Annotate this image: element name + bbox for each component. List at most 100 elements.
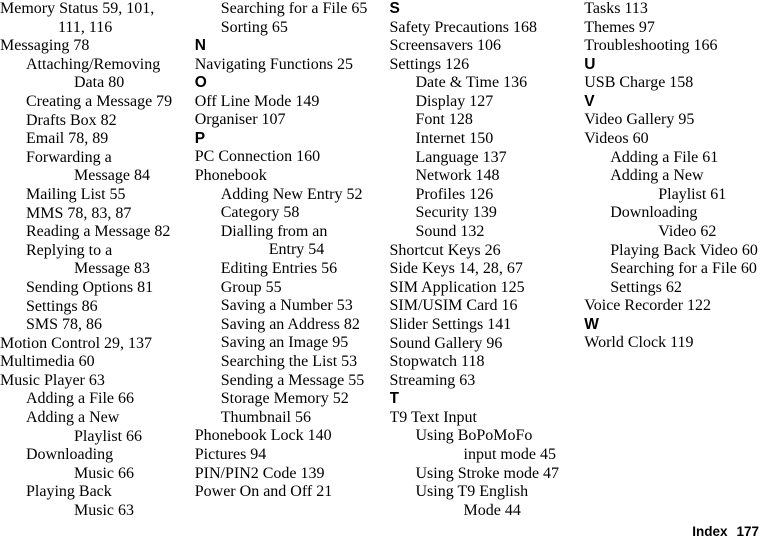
index-entry: Adding a New	[610, 167, 704, 185]
index-entry: Shortcut Keys 26	[389, 241, 501, 259]
index-entry: Videos 60	[584, 129, 649, 147]
index-entry: Slider Settings 141	[389, 316, 512, 333]
index-entry: Music 63	[74, 502, 134, 520]
index-entry: Adding a New	[26, 409, 120, 427]
index-entry: World Clock 119	[584, 334, 694, 352]
section-letter-p: P	[194, 129, 206, 147]
index-entry: Navigating Functions 25	[194, 55, 353, 73]
index-entry: Sending a Message 55	[220, 371, 365, 389]
index-entry: Playlist 61	[658, 185, 727, 203]
index-entry: Mode 44	[463, 501, 521, 519]
index-entry: Themes 97	[584, 18, 655, 36]
index-entry: Email 78, 89	[26, 130, 109, 148]
index-entry: Memory Status 59, 101,	[0, 0, 155, 17]
column-2: Searching for a File 65 Sorting 65 N Naviga…	[195, 0, 378, 502]
index-entry: Motion Control 29, 137	[0, 334, 153, 352]
index-entry: Thumbnail 56	[220, 408, 311, 426]
index-entry: Sorting 65	[220, 18, 288, 36]
index-entry: Searching the List 53	[220, 353, 358, 370]
index-entry: Group 55	[220, 278, 282, 296]
index-entry: Using BoPoMoFo	[415, 427, 533, 445]
index-entry: Voice Recorder 122	[584, 297, 712, 315]
index-entry: MMS 78, 83, 87	[26, 204, 132, 222]
index-entry: Security 139	[415, 204, 497, 222]
index-entry: Editing Entries 56	[220, 260, 338, 278]
index-entry: Searching for a File 65	[220, 0, 368, 17]
section-letter-v: V	[584, 92, 595, 110]
index-entry: Video Gallery 95	[584, 111, 695, 129]
index-entry: Safety Precautions 168	[389, 18, 538, 36]
index-entry: Adding a File 66	[26, 390, 134, 408]
index-entry: Downloading	[26, 446, 114, 464]
footer-page-number: 177	[736, 524, 759, 539]
index-entry: Font 128	[415, 111, 473, 129]
index-entry: Organiser 107	[194, 111, 286, 129]
index-entry: PC Connection 160	[194, 148, 321, 166]
section-letter-w: W	[584, 315, 599, 333]
index-entry: USB Charge 158	[584, 74, 694, 92]
index-entry: Playing Back	[26, 483, 112, 501]
index-entry: Pictures 94	[194, 445, 267, 463]
column-4: Tasks 113 Themes 97 Troubleshooting 166 U US…	[584, 0, 767, 353]
index-entry: Network 148	[415, 167, 500, 185]
section-letter-u: U	[584, 55, 596, 73]
index-entry: Power On and Off 21	[194, 483, 333, 501]
index-entry: Saving an Address 82	[220, 315, 360, 333]
index-entry: Adding a File 61	[610, 148, 719, 166]
index-entry: Off Line Mode 149	[194, 92, 320, 110]
index-entry: Storage Memory 52	[220, 390, 349, 408]
index-entry: Using T9 English	[415, 483, 529, 501]
index-entry: SIM/USIM Card 16	[389, 297, 518, 315]
index-entry: Data 80	[74, 74, 125, 92]
index-entry: Messaging 78	[0, 37, 90, 55]
index-entry: Internet 150	[415, 130, 494, 148]
index-entry: T9 Text Input	[389, 408, 477, 426]
index-entry: Screensavers 106	[389, 37, 502, 55]
index-entry: Settings 62	[610, 278, 682, 296]
index-entry: Attaching/Removing	[26, 55, 161, 73]
index-entry: Saving a Number 53	[220, 297, 353, 315]
column-1: Memory Status 59, 101, 111, 116 Messaging …	[0, 0, 183, 521]
footer-inner: Index 177	[692, 521, 759, 543]
index-entry: SIM Application 125	[389, 278, 525, 296]
index-entry: Adding New Entry 52	[220, 185, 363, 203]
index-entry: Category 58	[220, 204, 300, 222]
index-entry: Music Player 63	[0, 371, 105, 389]
index-entry: Multimedia 60	[0, 353, 95, 371]
section-letter-o: O	[194, 74, 207, 92]
index-entry: Mailing List 55	[26, 185, 126, 203]
index-entry: SMS 78, 86	[26, 316, 103, 334]
index-columns: Memory Status 59, 101, 111, 116 Messaging …	[0, 0, 767, 520]
index-entry: Profiles 126	[415, 185, 494, 203]
index-entry: Playing Back Video 60	[610, 241, 758, 259]
index-entry: Date & Time 136	[415, 74, 528, 92]
index-entry: Tasks 113	[584, 0, 648, 17]
index-entry: Side Keys 14, 28, 67	[389, 260, 523, 278]
index-entry: Sending Options 81	[26, 278, 154, 296]
index-entry: Music 66	[74, 464, 134, 482]
index-entry: Troubleshooting 166	[584, 37, 718, 55]
index-entry: Dialling from an	[220, 222, 328, 240]
index-entry: Phonebook	[194, 167, 267, 185]
index-entry: Settings 86	[26, 297, 98, 315]
page-footer: Index 177	[0, 521, 767, 543]
index-entry: Downloading	[610, 204, 698, 222]
index-entry: Phonebook Lock 140	[194, 427, 332, 445]
index-entry: Display 127	[415, 92, 494, 110]
index-entry: Using Stroke mode 47	[415, 464, 560, 482]
index-entry: input mode 45	[463, 446, 556, 464]
index-page: Memory Status 59, 101, 111, 116 Messaging …	[0, 0, 767, 549]
index-entry: Stopwatch 118	[389, 353, 485, 371]
index-entry: Drafts Box 82	[26, 111, 117, 129]
index-entry: Replying to a	[26, 241, 113, 259]
index-entry: Playlist 66	[74, 427, 143, 445]
index-entry: Saving an Image 95	[220, 334, 349, 352]
index-entry: Settings 126	[389, 55, 470, 73]
index-entry: Searching for a File 60	[610, 260, 757, 278]
index-entry: Creating a Message 79	[26, 92, 173, 110]
index-entry: Message 83	[74, 260, 150, 278]
index-entry: Sound 132	[415, 223, 485, 241]
index-entry: 111, 116	[58, 18, 113, 36]
section-letter-n: N	[194, 37, 206, 55]
index-entry: Forwarding a	[26, 148, 112, 166]
